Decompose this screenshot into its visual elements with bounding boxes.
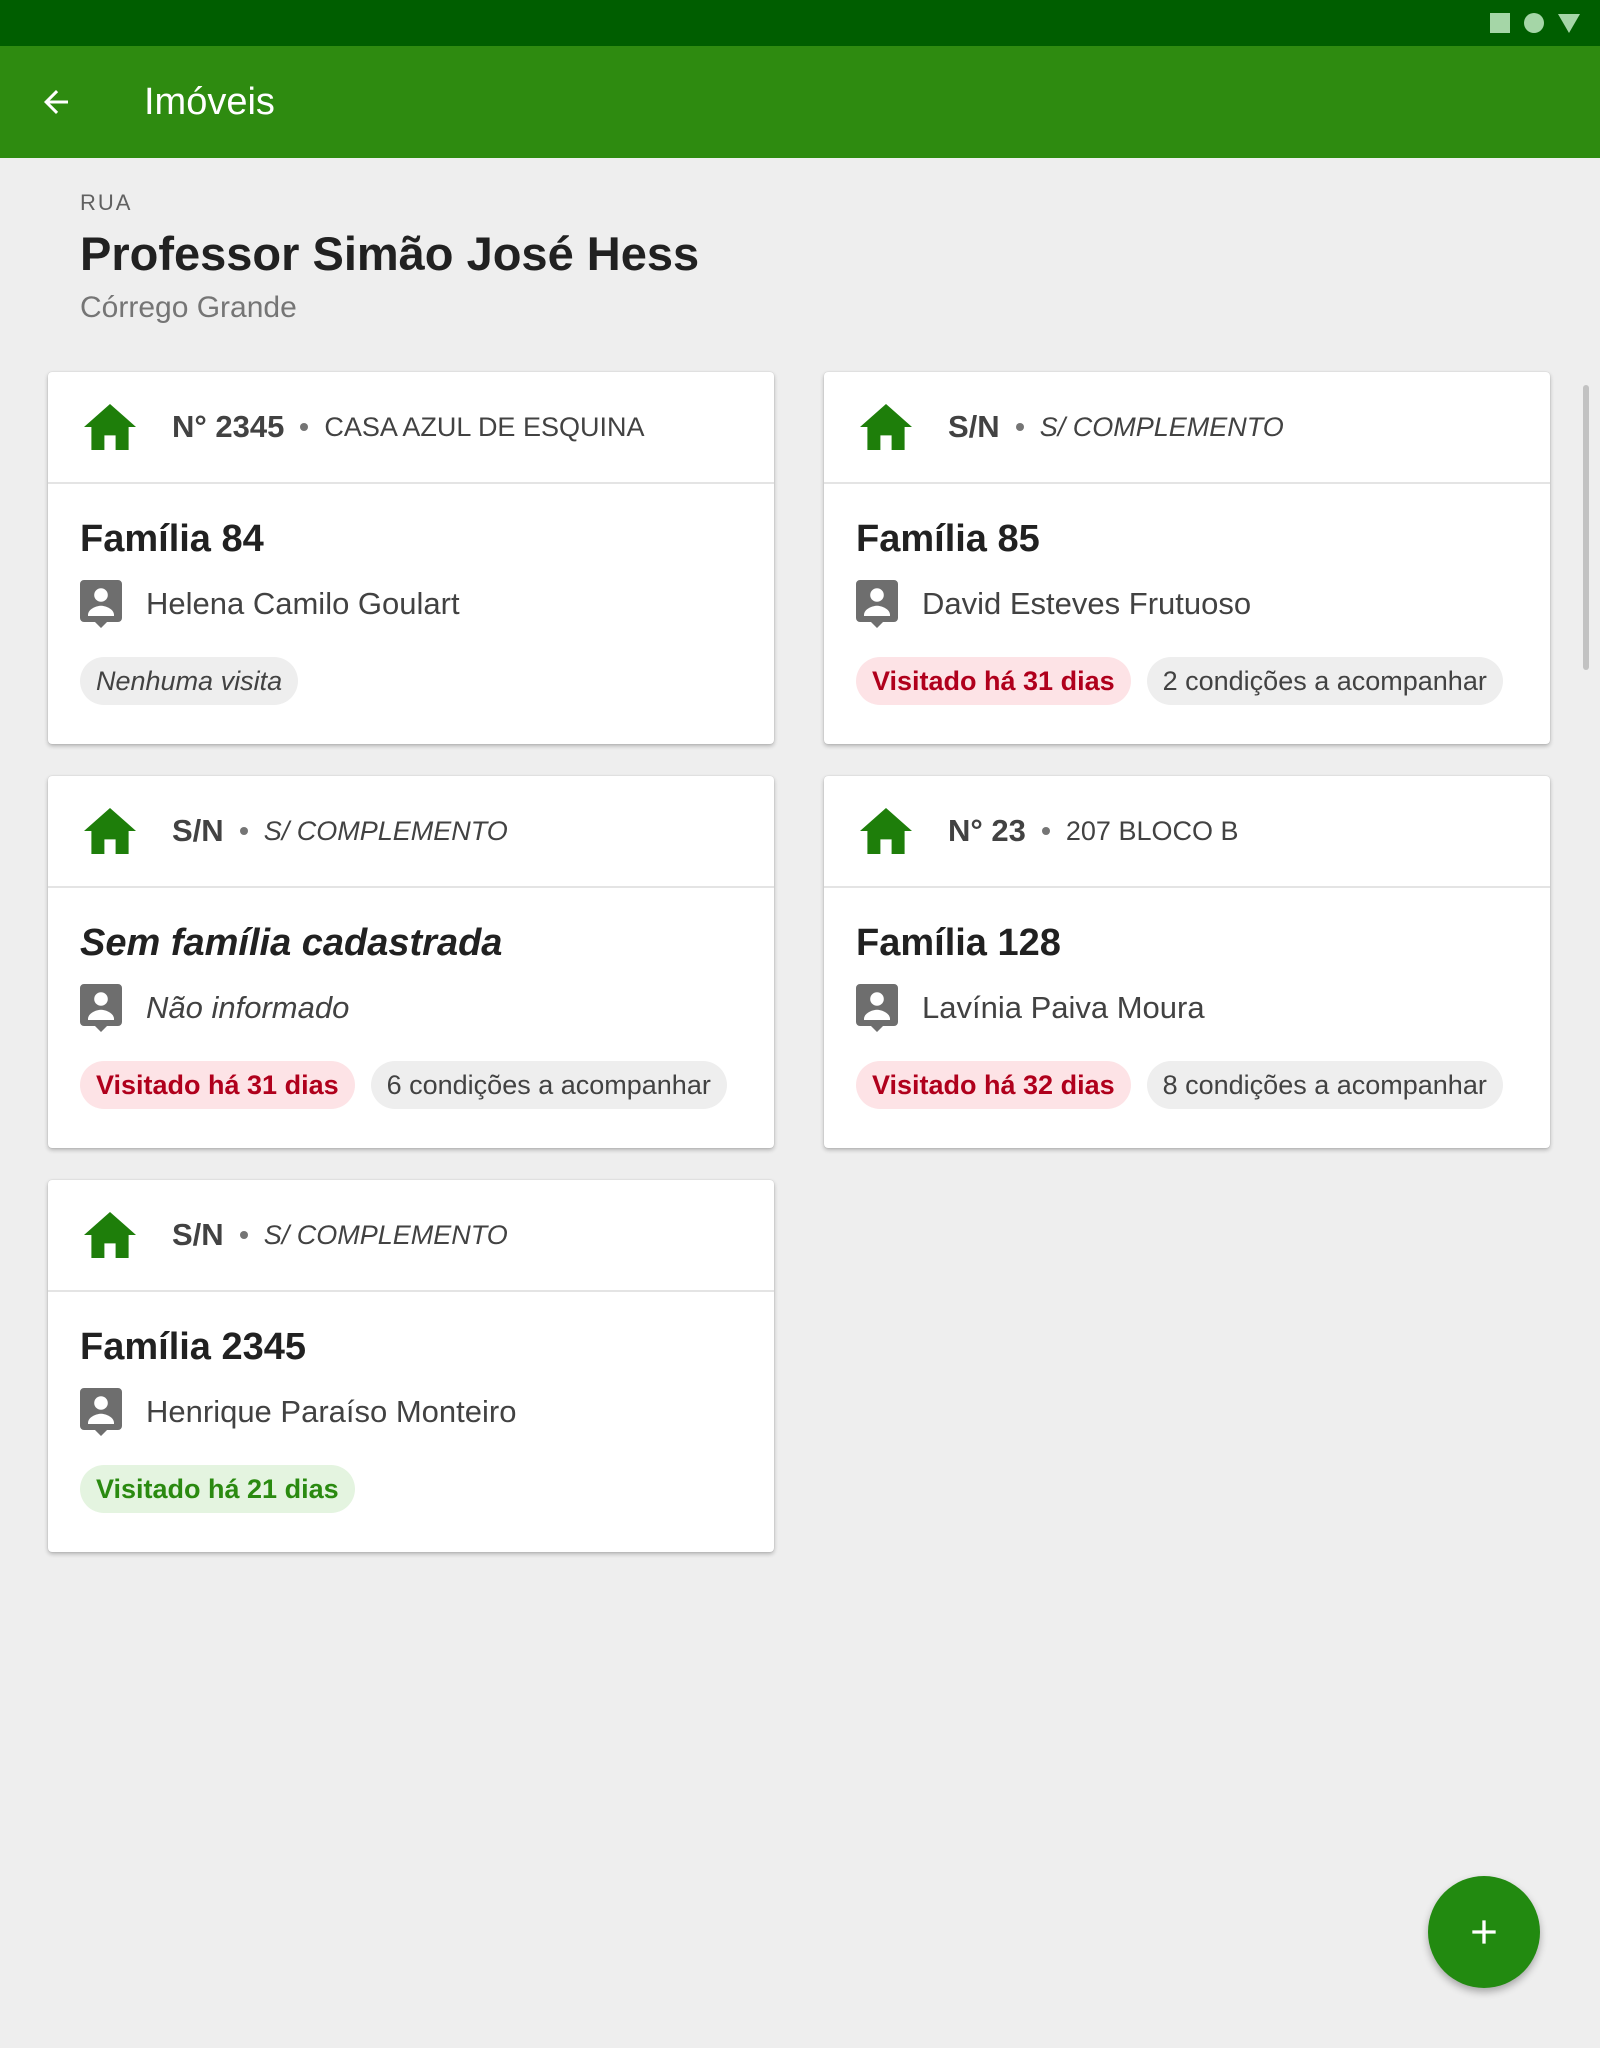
district-name: Córrego Grande [80, 291, 297, 324]
family-name: Família 85 [856, 518, 1040, 560]
property-complement: S/ COMPLEMENTO [1039, 411, 1284, 442]
status-bar [0, 0, 1600, 46]
property-number: N° 2345 [172, 409, 285, 444]
conditions-chip: 6 condições a acompanhar [370, 1061, 727, 1109]
triangle-icon [1558, 13, 1580, 33]
separator-dot [1015, 423, 1024, 431]
scrollbar[interactable] [1583, 385, 1589, 670]
property-number: N° 23 [948, 813, 1026, 848]
home-icon [860, 404, 912, 450]
circle-icon [1524, 13, 1544, 33]
visit-status-chip: Visitado há 32 dias [856, 1061, 1131, 1109]
family-name: Família 128 [856, 922, 1061, 964]
plus-icon [1472, 1920, 1496, 1944]
app-bar: Imóveis [0, 46, 1600, 158]
card-header: S/N S/ COMPLEMENTO [48, 776, 774, 888]
visit-status-chip: Visitado há 21 dias [80, 1465, 355, 1513]
responsible-name: Henrique Paraíso Monteiro [146, 1394, 517, 1429]
property-complement: CASA AZUL DE ESQUINA [324, 411, 645, 442]
property-number: S/N [948, 409, 1000, 444]
back-button[interactable] [34, 80, 78, 124]
person-pin-icon [80, 984, 122, 1032]
card-header: N° 2345 CASA AZUL DE ESQUINA [48, 372, 774, 484]
conditions-chip: 8 condições a acompanhar [1146, 1061, 1503, 1109]
property-complement: S/ COMPLEMENTO [263, 1219, 508, 1250]
separator-dot [239, 827, 248, 835]
visit-status-chip: Visitado há 31 dias [856, 657, 1131, 705]
person-pin-icon [856, 984, 898, 1032]
home-icon [860, 808, 912, 854]
person-pin-icon [80, 580, 122, 628]
home-icon [84, 808, 136, 854]
property-complement: S/ COMPLEMENTO [263, 815, 508, 846]
home-icon [84, 1212, 136, 1258]
property-card[interactable]: N° 23 207 BLOCO B Família 128 Lavínia Pa… [824, 776, 1550, 1148]
property-card[interactable]: S/N S/ COMPLEMENTO Família 2345 Henrique… [48, 1180, 774, 1552]
arrow-back-icon [44, 90, 68, 114]
add-property-button[interactable] [1428, 1876, 1540, 1988]
separator-dot [300, 423, 309, 431]
family-name: Sem família cadastrada [80, 922, 503, 964]
family-name: Família 2345 [80, 1326, 307, 1368]
home-icon [84, 404, 136, 450]
conditions-chip: 2 condições a acompanhar [1146, 657, 1503, 705]
responsible-name: David Esteves Frutuoso [922, 586, 1252, 621]
person-pin-icon [80, 1388, 122, 1436]
property-number: S/N [172, 813, 224, 848]
responsible-name: Helena Camilo Goulart [146, 586, 460, 621]
separator-dot [239, 1231, 248, 1239]
app-title: Imóveis [144, 81, 275, 123]
square-icon [1490, 13, 1510, 33]
property-complement: 207 BLOCO B [1065, 815, 1239, 846]
responsible-name: Lavínia Paiva Moura [922, 990, 1205, 1025]
street-type: RUA [80, 190, 133, 215]
property-card[interactable]: N° 2345 CASA AZUL DE ESQUINA Família 84 … [48, 372, 774, 744]
family-name: Família 84 [80, 518, 264, 560]
responsible-name: Não informado [146, 990, 350, 1025]
person-pin-icon [856, 580, 898, 628]
street-name: Professor Simão José Hess [80, 227, 700, 280]
visit-status-chip: Visitado há 31 dias [80, 1061, 355, 1109]
separator-dot [1041, 827, 1050, 835]
card-header: S/N S/ COMPLEMENTO [48, 1180, 774, 1292]
property-card[interactable]: S/N S/ COMPLEMENTO Família 85 David Este… [824, 372, 1550, 744]
card-header: S/N S/ COMPLEMENTO [824, 372, 1550, 484]
card-header: N° 23 207 BLOCO B [824, 776, 1550, 888]
property-card[interactable]: S/N S/ COMPLEMENTO Sem família cadastrad… [48, 776, 774, 1148]
visit-status-chip: Nenhuma visita [80, 657, 299, 705]
property-number: S/N [172, 1217, 224, 1252]
street-header: RUA Professor Simão José Hess Córrego Gr… [80, 190, 699, 325]
